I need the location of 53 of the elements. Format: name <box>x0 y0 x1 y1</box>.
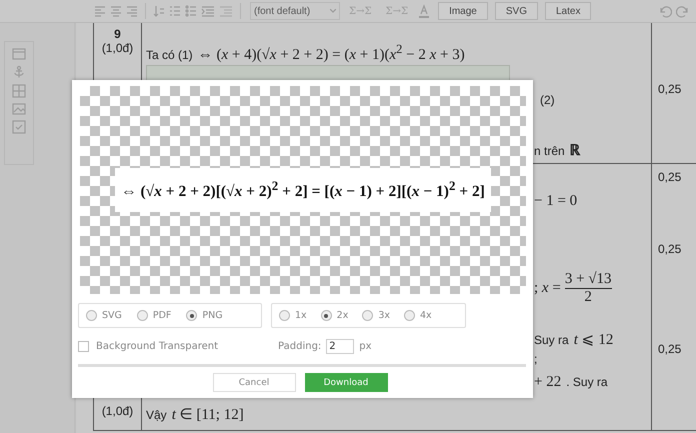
export-button[interactable]: Image <box>438 2 488 20</box>
export-button[interactable]: SVG <box>494 2 538 20</box>
equation-number: (2) <box>540 93 555 107</box>
text-line: − 1 = 0 <box>534 192 578 210</box>
image-icon[interactable] <box>12 103 26 115</box>
text-line: Ta có (1) ⇔ (x + 4)(√x + 2 + 2) = (x + 1)(x$^{2}$ − 2 x + 3) <box>146 42 465 64</box>
checkbox[interactable] <box>78 340 89 352</box>
points-label: (1,0đ) <box>102 41 134 55</box>
radio-option[interactable]: PDF <box>136 310 172 321</box>
table-icon[interactable] <box>12 84 26 98</box>
score-value: 0,25 <box>658 81 682 98</box>
indent-icon[interactable] <box>201 5 215 17</box>
line-spacing-icon[interactable] <box>153 5 165 17</box>
font-color-icon[interactable] <box>417 4 432 18</box>
padding-label: Padding: <box>278 340 322 352</box>
score-value: 0,25 <box>658 241 682 258</box>
text-line: n trên ℝ <box>534 142 581 160</box>
anchor-icon[interactable] <box>12 65 26 79</box>
radio-option[interactable]: PNG <box>186 310 223 321</box>
window-icon[interactable] <box>12 48 26 60</box>
radio-option[interactable]: SVG <box>86 310 122 321</box>
cancel-button[interactable]: Cancel <box>212 373 296 392</box>
unit-label: px <box>359 340 372 352</box>
text-line: + 22 . Suy ra <box>534 374 608 390</box>
fraction: 3 + √13 2 <box>564 270 612 306</box>
font-select[interactable]: (font default) <box>250 2 340 20</box>
undo-icon[interactable] <box>658 4 672 18</box>
radio-option[interactable]: 3x <box>362 310 390 321</box>
radio-option[interactable]: 4x <box>404 310 432 321</box>
text-line: ; <box>534 352 538 366</box>
row-number: 9 <box>114 27 121 41</box>
equation-preview: ⇔ (√x + 2 + 2)[(√x + 2)$^{2}$ + 2] = [(x − 1) + 2][(x − 1)$^{2}$ + 2] <box>115 168 491 212</box>
score-value: 0,25 <box>658 169 682 186</box>
outdent-icon[interactable] <box>219 5 233 17</box>
numbered-list-icon[interactable] <box>169 5 181 17</box>
radio-option[interactable]: 1x <box>279 310 307 321</box>
text-line: Suy ra t ⩽ 12 <box>534 330 614 348</box>
score-value: 0,25 <box>658 341 682 358</box>
redo-icon[interactable] <box>676 4 690 18</box>
checkbox-label: Background Transparent <box>96 340 218 352</box>
align-left-icon[interactable] <box>94 5 106 17</box>
text-line: Vậy t ∈ [11; 12] <box>146 406 244 424</box>
download-button[interactable]: Download <box>304 373 388 392</box>
math-text: ; x = <box>534 280 561 296</box>
export-button[interactable]: Latex <box>544 2 592 20</box>
align-right-icon[interactable] <box>126 5 138 17</box>
points-label: (1,0đ) <box>102 404 134 418</box>
checkbox-icon[interactable] <box>12 120 26 134</box>
padding-field[interactable]: 2 <box>326 338 354 354</box>
dropdown-caret-icon <box>330 9 336 13</box>
bulleted-list-icon[interactable] <box>185 5 197 17</box>
radio-option[interactable]: 2x <box>320 310 348 321</box>
align-center-icon[interactable] <box>110 5 122 17</box>
